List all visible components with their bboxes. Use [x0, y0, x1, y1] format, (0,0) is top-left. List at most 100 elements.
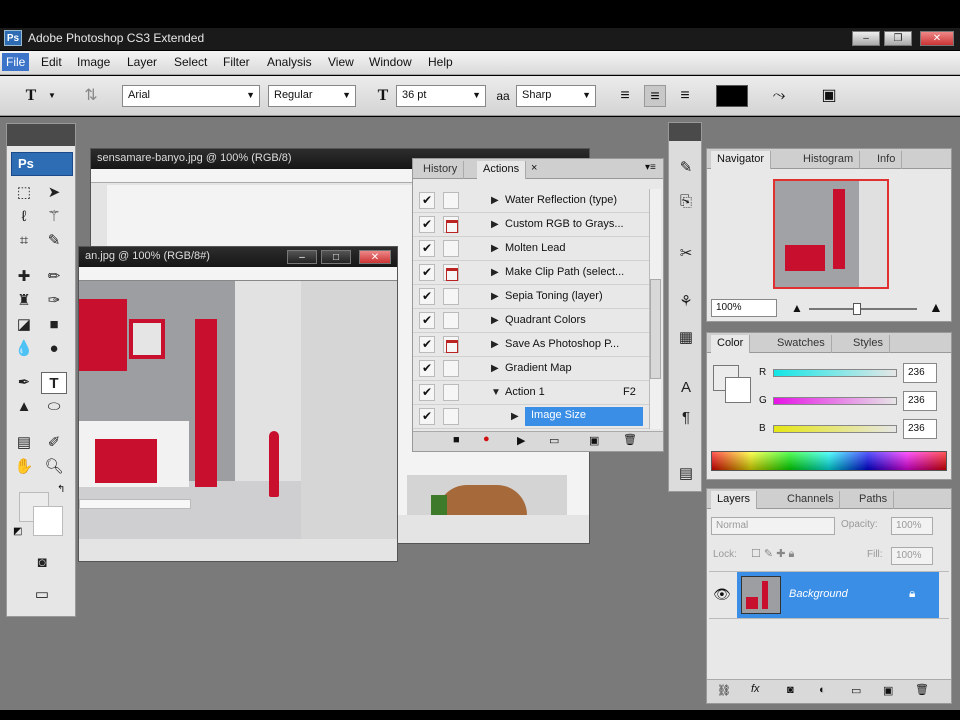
marquee-tool-icon[interactable]: ⬚ — [11, 182, 37, 204]
animation-panel-icon[interactable]: ▦ — [673, 327, 699, 349]
menu-analysis[interactable]: Analysis — [264, 55, 315, 69]
zoom-tool-icon[interactable]: 🔍︎ — [41, 456, 67, 478]
zoom-out-icon[interactable]: ▲ — [791, 301, 803, 315]
dialog-toggle[interactable] — [443, 360, 459, 377]
action-toggle-checkbox[interactable]: ✔ — [419, 360, 435, 377]
menu-view[interactable]: View — [325, 55, 357, 69]
move-tool-icon[interactable]: ➤ — [41, 182, 67, 204]
tab-swatches[interactable]: Swatches — [771, 335, 832, 353]
action-toggle-checkbox[interactable]: ✔ — [419, 264, 435, 281]
action-toggle-checkbox[interactable]: ✔ — [419, 336, 435, 353]
tab-styles[interactable]: Styles — [847, 335, 890, 353]
blur-tool-icon[interactable]: 💧 — [11, 338, 37, 360]
bathroom-image-canvas[interactable] — [79, 281, 301, 539]
font-style-select[interactable]: Regular ▼ — [268, 85, 356, 107]
menu-window[interactable]: Window — [366, 55, 415, 69]
paragraph-panel-icon[interactable]: ¶ — [673, 407, 699, 429]
close-window-button[interactable]: ✕ — [920, 31, 954, 46]
type-tool-icon[interactable]: T — [41, 372, 67, 394]
align-center-icon[interactable]: ≡ — [644, 85, 666, 107]
minimize-button[interactable]: ‒ — [852, 31, 880, 46]
menu-edit[interactable]: Edit — [38, 55, 65, 69]
tab-paths[interactable]: Paths — [853, 491, 895, 509]
layer-mask-icon[interactable]: ◙ — [787, 684, 794, 696]
action-toggle-checkbox[interactable]: ✔ — [419, 216, 435, 233]
background-color-swatch[interactable] — [33, 506, 63, 536]
antialias-select[interactable]: Sharp ▼ — [516, 85, 596, 107]
shape-tool-icon[interactable]: ⬭ — [41, 396, 67, 418]
red-value-field[interactable]: 236 — [903, 363, 937, 383]
character-panel-icon[interactable]: A — [673, 377, 699, 399]
font-size-select[interactable]: 36 pt ▼ — [396, 85, 486, 107]
expand-triangle-icon[interactable]: ▶ — [491, 195, 499, 206]
tool-presets-icon[interactable]: ✂ — [673, 243, 699, 265]
expand-triangle-icon[interactable]: ▶ — [491, 339, 499, 350]
menu-filter[interactable]: Filter — [220, 55, 253, 69]
tab-actions[interactable]: Actions — [477, 161, 527, 179]
actions-scrollbar[interactable] — [649, 189, 661, 429]
align-left-icon[interactable]: ≡ — [614, 85, 636, 107]
tab-navigator[interactable]: Navigator — [711, 151, 772, 169]
doc-close-button[interactable]: ✕ — [359, 250, 391, 264]
crop-tool-icon[interactable]: ⌗ — [11, 230, 37, 252]
link-layers-icon[interactable]: ⛓ — [717, 684, 731, 697]
clone-source-icon[interactable]: ⎘ — [673, 191, 699, 213]
expand-triangle-icon[interactable]: ▶ — [491, 315, 499, 326]
default-colors-icon[interactable]: ◩ — [13, 526, 22, 537]
dialog-toggle[interactable] — [443, 192, 459, 209]
action-row[interactable]: ✔ ▶ Sepia Toning (layer) — [413, 285, 659, 309]
record-icon[interactable]: ● — [483, 433, 490, 445]
lock-icons[interactable]: ☐ ✎ ✚ 🔒︎ — [751, 547, 794, 561]
new-group-icon[interactable]: ▭ — [851, 684, 861, 697]
visibility-eye-icon[interactable]: 👁︎ — [713, 586, 731, 603]
screen-mode-icon[interactable]: ▭ — [29, 584, 55, 606]
gradient-tool-icon[interactable]: ■ — [41, 314, 67, 336]
path-selection-tool-icon[interactable]: ▲ — [11, 396, 37, 418]
font-family-select[interactable]: Arial ▼ — [122, 85, 260, 107]
blend-mode-select[interactable]: Normal — [711, 517, 835, 535]
document-window-front[interactable]: an.jpg @ 100% (RGB/8#) ‒ □ ✕ — [78, 246, 398, 562]
expanded-triangle-icon[interactable]: ▼ — [491, 387, 501, 398]
action-row[interactable]: ✔ ▶ Custom RGB to Grays... — [413, 213, 659, 237]
text-orientation-icon[interactable]: ⇅ — [80, 85, 102, 107]
expand-triangle-icon[interactable]: ▶ — [491, 243, 499, 254]
green-value-field[interactable]: 236 — [903, 391, 937, 411]
blue-value-field[interactable]: 236 — [903, 419, 937, 439]
adjustment-layer-icon[interactable]: ◐ — [819, 684, 826, 696]
action-toggle-checkbox[interactable]: ✔ — [419, 240, 435, 257]
dialog-toggle[interactable] — [443, 288, 459, 305]
doc-maximize-button[interactable]: □ — [321, 250, 351, 264]
tab-history[interactable]: History — [417, 161, 465, 179]
green-slider[interactable] — [773, 397, 897, 405]
healing-brush-tool-icon[interactable]: ✚ — [11, 266, 37, 288]
play-icon[interactable]: ▶ — [517, 434, 525, 447]
close-tab-icon[interactable]: × — [531, 162, 537, 174]
menu-file[interactable]: File — [2, 53, 30, 71]
color-spectrum-ramp[interactable] — [711, 451, 947, 471]
tools-panel-header[interactable] — [7, 124, 75, 146]
zoom-slider-handle[interactable] — [853, 303, 861, 315]
expand-triangle-icon[interactable]: ▶ — [491, 363, 499, 374]
tab-layers[interactable]: Layers — [711, 491, 758, 509]
panel-menu-icon[interactable]: ▾≡ — [645, 162, 656, 173]
tool-preset-arrow-icon[interactable]: ▼ — [48, 91, 56, 100]
action-toggle-checkbox[interactable]: ✔ — [419, 192, 435, 209]
action-toggle-checkbox[interactable]: ✔ — [419, 288, 435, 305]
zoom-slider[interactable] — [809, 308, 917, 310]
action-row[interactable]: ✔ ▶ Save As Photoshop P... — [413, 333, 659, 357]
dialog-toggle[interactable] — [443, 336, 459, 353]
menu-select[interactable]: Select — [171, 55, 210, 69]
delete-icon[interactable]: 🗑︎ — [623, 433, 637, 446]
menu-layer[interactable]: Layer — [124, 55, 160, 69]
expand-triangle-icon[interactable]: ▶ — [491, 267, 499, 278]
action-row[interactable]: ✔ ▶ Image Size — [413, 405, 659, 429]
menu-image[interactable]: Image — [74, 55, 113, 69]
dialog-toggle[interactable] — [443, 264, 459, 281]
action-row[interactable]: ✔ ▶ Make Clip Path (select... — [413, 261, 659, 285]
text-color-swatch[interactable] — [716, 85, 748, 107]
restore-button[interactable]: ❐ — [884, 31, 912, 46]
quick-mask-icon[interactable]: ◙ — [29, 552, 55, 574]
eyedropper-tool-icon[interactable]: ✐ — [41, 432, 67, 454]
zoom-level-field[interactable]: 100% — [711, 299, 777, 317]
align-right-icon[interactable]: ≡ — [674, 85, 696, 107]
